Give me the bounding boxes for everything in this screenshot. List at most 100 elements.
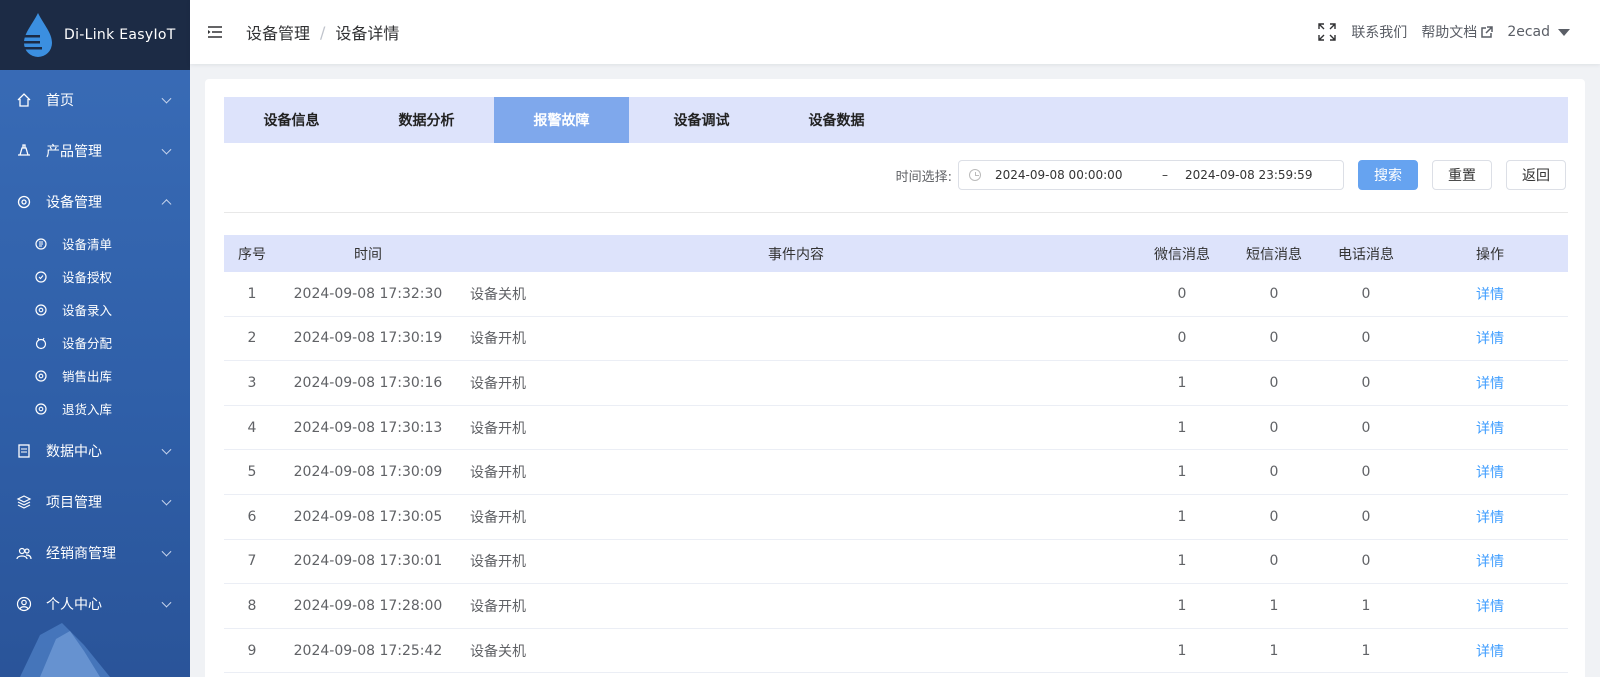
sidebar-item-devices[interactable]: 设备管理 bbox=[0, 176, 190, 227]
reset-button[interactable]: 重置 bbox=[1432, 160, 1492, 190]
sidebar-subitem-label: 设备授权 bbox=[62, 270, 113, 285]
cell-time: 2024-09-08 17:30:13 bbox=[293, 419, 443, 436]
sidebar-subitem-sales-outbound[interactable]: 销售出库 bbox=[0, 359, 190, 392]
sidebar-decoration bbox=[20, 623, 110, 677]
cell-no: 7 bbox=[247, 553, 257, 570]
detail-link[interactable]: 详情 bbox=[1476, 331, 1504, 347]
cell-wechat: 1 bbox=[1177, 419, 1187, 436]
sidebar-subitem-label: 设备录入 bbox=[62, 303, 113, 318]
cell-action: 详情 bbox=[1412, 462, 1568, 482]
sidebar-item-label: 项目管理 bbox=[46, 494, 102, 511]
product-icon bbox=[16, 143, 32, 159]
detail-link[interactable]: 详情 bbox=[1476, 421, 1504, 437]
chevron-down-icon bbox=[161, 546, 172, 557]
tab-device-debug[interactable]: 设备调试 bbox=[629, 97, 774, 143]
help-docs-label: 帮助文档 bbox=[1421, 25, 1478, 41]
sidebar: Di-Link EasyIoT 首页 产品管理 设备管理 设备清单 设备授权 设… bbox=[0, 0, 190, 677]
sidebar-subitem-device-entry[interactable]: 设备录入 bbox=[0, 293, 190, 326]
contact-us-link[interactable]: 联系我们 bbox=[1351, 22, 1407, 42]
detail-link[interactable]: 详情 bbox=[1476, 644, 1504, 660]
sidebar-subitem-return-inbound[interactable]: 退货入库 bbox=[0, 392, 190, 425]
cell-wechat: 1 bbox=[1177, 642, 1187, 659]
back-button[interactable]: 返回 bbox=[1506, 160, 1566, 190]
sidebar-item-home[interactable]: 首页 bbox=[0, 74, 190, 125]
detail-link[interactable]: 详情 bbox=[1476, 599, 1504, 615]
cell-no: 6 bbox=[247, 508, 257, 525]
cell-no: 8 bbox=[247, 597, 257, 614]
date-range-picker[interactable]: 2024-09-08 00:00:00 – 2024-09-08 23:59:5… bbox=[958, 160, 1344, 190]
cell-sms: 1 bbox=[1269, 597, 1279, 614]
cell-event: 设备开机 bbox=[470, 331, 526, 348]
table-row: 2 2024-09-08 17:30:19 设备开机 0 0 0 详情 bbox=[224, 317, 1568, 362]
tab-alarm-fault[interactable]: 报警故障 bbox=[494, 97, 629, 143]
device-icon bbox=[16, 194, 32, 210]
hamburger-menu-icon[interactable] bbox=[208, 23, 222, 42]
table-row: 6 2024-09-08 17:30:05 设备开机 1 0 0 详情 bbox=[224, 495, 1568, 540]
sidebar-subitem-device-assign[interactable]: 设备分配 bbox=[0, 326, 190, 359]
chevron-down-icon bbox=[161, 93, 172, 104]
table-row: 1 2024-09-08 17:32:30 设备关机 0 0 0 详情 bbox=[224, 272, 1568, 317]
sidebar-item-label: 个人中心 bbox=[46, 596, 102, 613]
detail-link[interactable]: 详情 bbox=[1476, 510, 1504, 526]
clock-icon bbox=[969, 169, 981, 181]
cell-sms: 0 bbox=[1269, 419, 1279, 436]
breadcrumb-device-detail: 设备详情 bbox=[335, 24, 400, 43]
cell-phone: 0 bbox=[1361, 464, 1371, 481]
range-separator: – bbox=[1162, 168, 1168, 182]
table-row: 8 2024-09-08 17:28:00 设备开机 1 1 1 详情 bbox=[224, 584, 1568, 629]
tab-data-analysis[interactable]: 数据分析 bbox=[359, 97, 494, 143]
fullscreen-icon[interactable] bbox=[1317, 22, 1337, 42]
cell-phone: 0 bbox=[1361, 330, 1371, 347]
table-header: 序号 时间 事件内容 微信消息 短信消息 电话消息 操作 bbox=[224, 235, 1568, 272]
main-card: 设备信息 数据分析 报警故障 设备调试 设备数据 时间选择: 2024-09-0… bbox=[205, 79, 1585, 677]
detail-link[interactable]: 详情 bbox=[1476, 465, 1504, 481]
sidebar-item-data-center[interactable]: 数据中心 bbox=[0, 425, 190, 476]
cell-phone: 0 bbox=[1361, 374, 1371, 391]
col-header-event: 事件内容 bbox=[768, 246, 824, 263]
table-row: 3 2024-09-08 17:30:16 设备开机 1 0 0 详情 bbox=[224, 361, 1568, 406]
tab-device-info[interactable]: 设备信息 bbox=[224, 97, 359, 143]
sidebar-item-label: 数据中心 bbox=[46, 443, 102, 460]
sidebar-subitem-device-list[interactable]: 设备清单 bbox=[0, 227, 190, 260]
cell-sms: 0 bbox=[1269, 285, 1279, 302]
table-row: 7 2024-09-08 17:30:01 设备开机 1 0 0 详情 bbox=[224, 540, 1568, 585]
detail-link[interactable]: 详情 bbox=[1476, 554, 1504, 570]
sidebar-subitem-device-auth[interactable]: 设备授权 bbox=[0, 260, 190, 293]
cell-time: 2024-09-08 17:30:19 bbox=[293, 330, 443, 347]
search-button[interactable]: 搜索 bbox=[1358, 160, 1418, 190]
sidebar-item-projects[interactable]: 项目管理 bbox=[0, 476, 190, 527]
cell-time: 2024-09-08 17:25:42 bbox=[293, 642, 443, 659]
range-end-input[interactable]: 2024-09-08 23:59:59 bbox=[1185, 168, 1312, 182]
sidebar-item-label: 首页 bbox=[46, 92, 74, 109]
user-menu[interactable]: 2ecad bbox=[1507, 24, 1570, 40]
cell-action: 详情 bbox=[1412, 551, 1568, 571]
cell-event: 设备关机 bbox=[470, 643, 526, 660]
logo-droplet-icon bbox=[18, 13, 52, 57]
header-actions: 联系我们 帮助文档 2ecad bbox=[1303, 0, 1570, 64]
cell-wechat: 1 bbox=[1177, 508, 1187, 525]
cell-event: 设备开机 bbox=[470, 598, 526, 615]
help-docs-link[interactable]: 帮助文档 bbox=[1421, 22, 1494, 42]
home-icon bbox=[16, 92, 32, 108]
cell-no: 2 bbox=[247, 330, 257, 347]
sidebar-item-products[interactable]: 产品管理 bbox=[0, 125, 190, 176]
detail-link[interactable]: 详情 bbox=[1476, 376, 1504, 392]
cell-no: 3 bbox=[247, 374, 257, 391]
dealer-icon bbox=[16, 545, 32, 561]
tab-device-data[interactable]: 设备数据 bbox=[774, 97, 899, 143]
cell-no: 1 bbox=[247, 285, 257, 302]
detail-link[interactable]: 详情 bbox=[1476, 287, 1504, 303]
cell-phone: 0 bbox=[1361, 553, 1371, 570]
table-body: 1 2024-09-08 17:32:30 设备关机 0 0 0 详情 2 2024-09-08… bbox=[224, 272, 1568, 674]
logo-bar: Di-Link EasyIoT bbox=[0, 0, 190, 70]
cell-event: 设备开机 bbox=[470, 420, 526, 437]
cell-time: 2024-09-08 17:30:09 bbox=[293, 464, 443, 481]
col-header-action: 操作 bbox=[1476, 246, 1504, 263]
auth-icon bbox=[34, 270, 48, 284]
sidebar-item-dealers[interactable]: 经销商管理 bbox=[0, 527, 190, 578]
chevron-down-icon bbox=[161, 495, 172, 506]
range-start-input[interactable]: 2024-09-08 00:00:00 bbox=[995, 168, 1145, 182]
sidebar-item-label: 产品管理 bbox=[46, 143, 102, 160]
breadcrumb-device-management[interactable]: 设备管理 bbox=[246, 20, 310, 44]
table-row: 5 2024-09-08 17:30:09 设备开机 1 0 0 详情 bbox=[224, 450, 1568, 495]
